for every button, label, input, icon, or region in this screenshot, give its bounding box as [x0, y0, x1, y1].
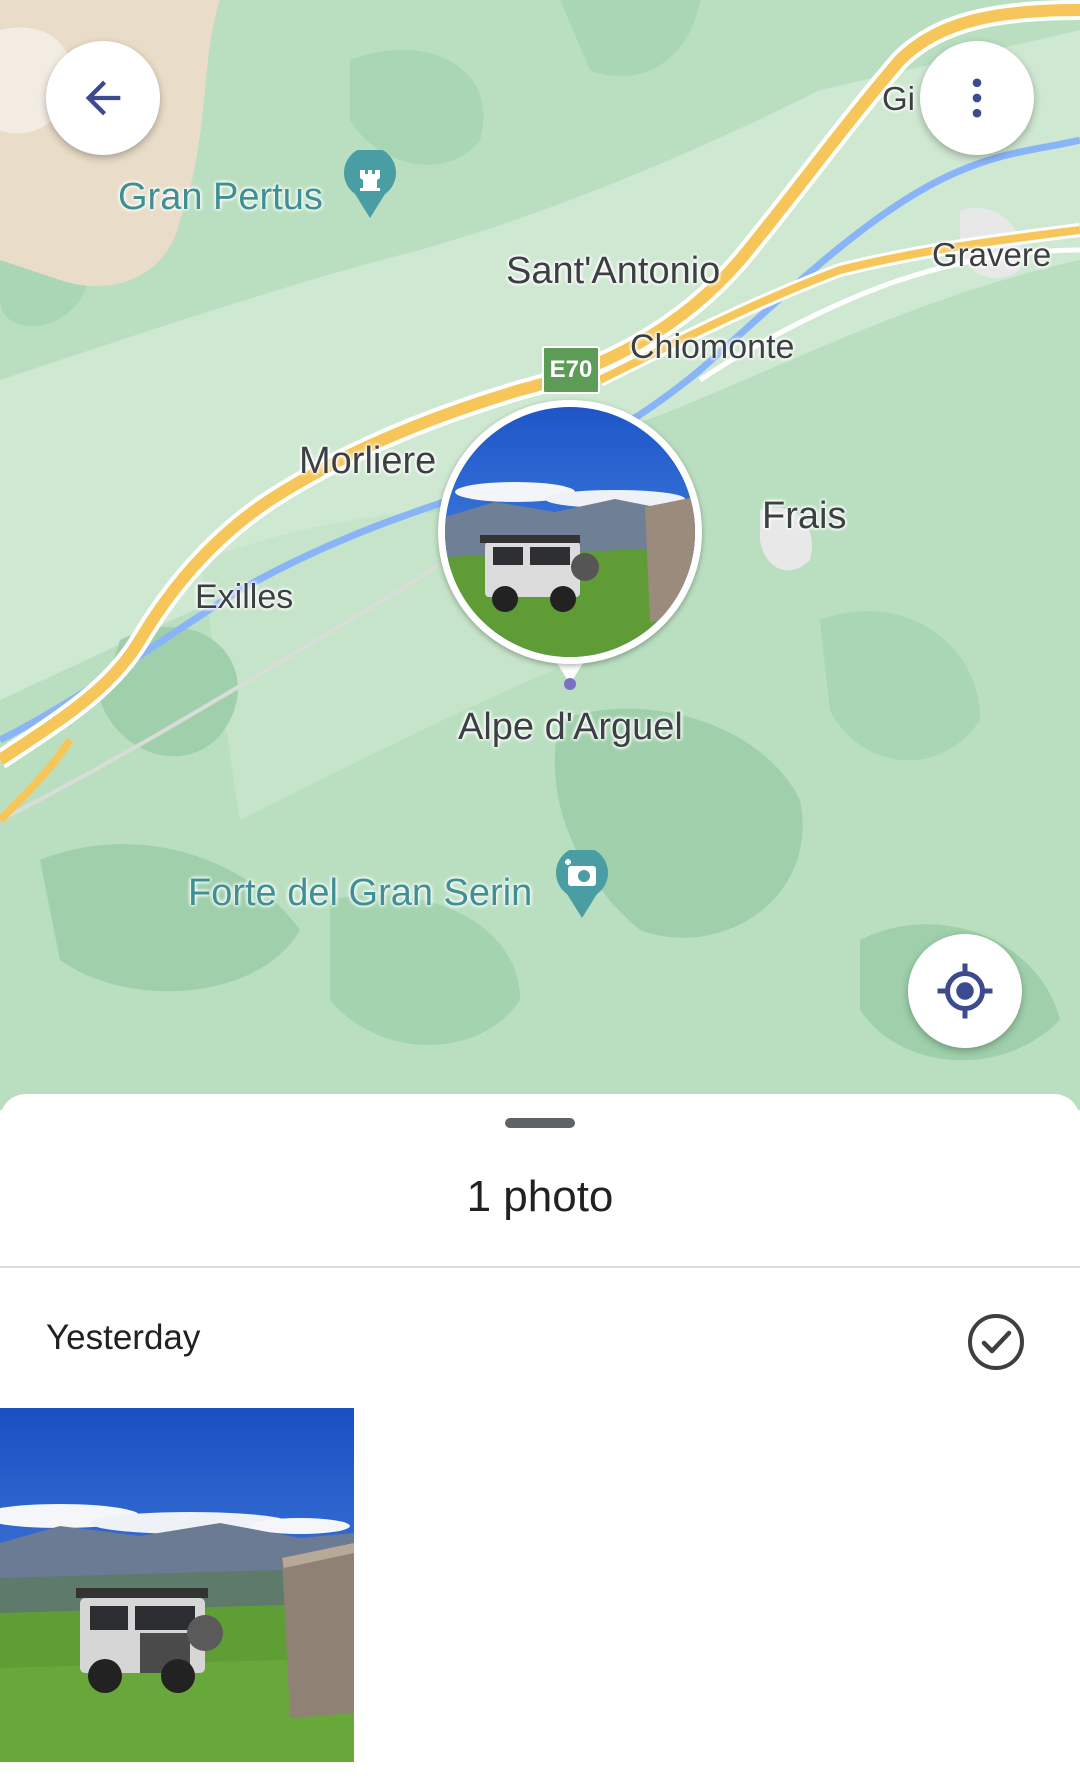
map-view[interactable]: Gran Pertus Sant'Antonio Chiomonte Morli… [0, 0, 1080, 1110]
place-label-sant-antonio[interactable]: Sant'Antonio [506, 250, 720, 293]
sheet-divider [0, 1266, 1080, 1268]
back-button[interactable] [46, 41, 160, 155]
more-options-button[interactable] [920, 41, 1034, 155]
my-location-button[interactable] [908, 934, 1022, 1048]
place-label-forte-gran-serin[interactable]: Forte del Gran Serin [188, 872, 532, 915]
place-label-frais[interactable]: Frais [762, 495, 846, 538]
place-label-exilles[interactable]: Exilles [195, 578, 293, 617]
photo-count-title: 1 photo [466, 1172, 614, 1221]
place-label-chiomonte[interactable]: Chiomonte [630, 328, 794, 367]
more-vert-icon [972, 78, 982, 118]
place-label-gia[interactable]: Gi [882, 80, 915, 118]
place-label-morliere[interactable]: Morliere [299, 440, 436, 483]
arrow-back-icon [85, 80, 121, 116]
road-shield-e70: E70 [542, 346, 600, 394]
sheet-drag-handle[interactable] [505, 1118, 575, 1128]
photo-thumbnail[interactable] [0, 1408, 354, 1762]
castle-icon[interactable] [343, 150, 397, 220]
section-date-label: Yesterday [46, 1318, 201, 1357]
select-all-check-icon[interactable] [964, 1310, 1028, 1374]
place-label-gran-pertus[interactable]: Gran Pertus [118, 176, 323, 219]
camera-plus-icon[interactable] [555, 850, 609, 920]
place-label-alpe-darguel[interactable]: Alpe d'Arguel [458, 706, 683, 749]
photos-bottom-sheet[interactable]: 1 photo Yesterday [0, 1094, 1080, 1792]
my-location-icon [937, 963, 993, 1019]
place-label-gravere[interactable]: Gravere [932, 236, 1051, 274]
photo-marker-pointer [555, 660, 585, 690]
photo-cluster-marker[interactable] [438, 400, 702, 664]
photo-marker-thumbnail [445, 407, 695, 657]
